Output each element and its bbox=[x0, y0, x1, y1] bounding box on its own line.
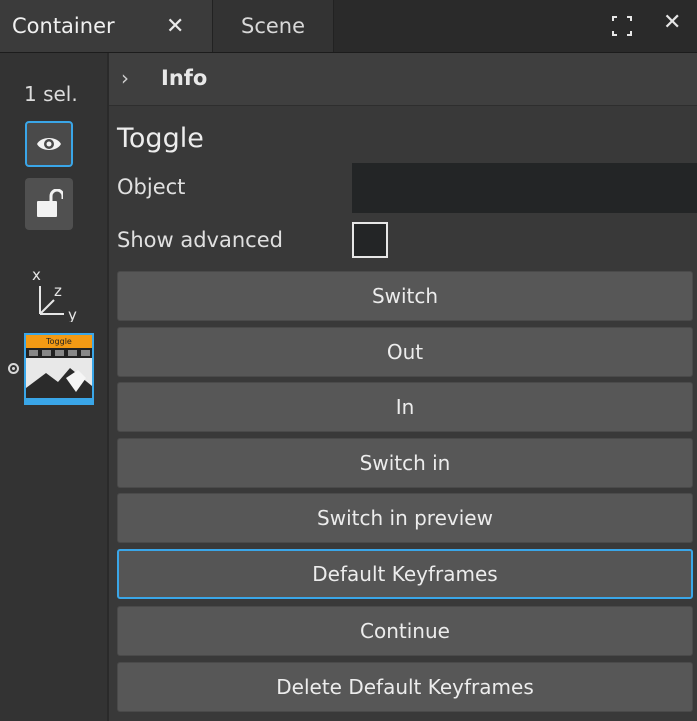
continue-button[interactable]: Continue bbox=[117, 606, 693, 656]
chevron-right-icon: › bbox=[121, 66, 129, 90]
tab-bar: Container ✕ Scene ✕ bbox=[0, 0, 697, 53]
axis-icon: x z y bbox=[32, 266, 77, 322]
object-label: Object bbox=[117, 175, 186, 199]
eye-icon bbox=[37, 138, 61, 150]
tab-scene[interactable]: Scene bbox=[212, 0, 334, 52]
tab-container[interactable]: Container ✕ bbox=[0, 0, 212, 52]
tab-container-label: Container bbox=[12, 14, 115, 38]
tab-scene-label: Scene bbox=[241, 14, 306, 38]
show-advanced-checkbox[interactable] bbox=[352, 222, 388, 258]
axis-y-label: y bbox=[68, 306, 77, 322]
thumbnail-image bbox=[26, 348, 92, 403]
show-advanced-label: Show advanced bbox=[117, 228, 283, 252]
delete-default-keyframes-button[interactable]: Delete Default Keyframes bbox=[117, 662, 693, 712]
plugin-title: Toggle bbox=[117, 123, 204, 154]
properties-panel: › Info Toggle Object Show advanced Switc… bbox=[109, 53, 697, 721]
toggle-plugin-thumbnail[interactable]: Toggle bbox=[24, 333, 94, 405]
info-title: Info bbox=[161, 66, 208, 90]
switch-in-preview-button[interactable]: Switch in preview bbox=[117, 493, 693, 543]
expand-icon[interactable] bbox=[610, 14, 634, 38]
unlock-icon bbox=[37, 189, 63, 217]
switch-button[interactable]: Switch bbox=[117, 271, 693, 321]
tab-close-icon[interactable]: ✕ bbox=[166, 14, 184, 39]
visibility-toggle-button[interactable] bbox=[25, 121, 73, 167]
in-button[interactable]: In bbox=[117, 382, 693, 432]
window-close-icon[interactable]: ✕ bbox=[663, 10, 681, 35]
switch-in-button[interactable]: Switch in bbox=[117, 438, 693, 488]
selection-count: 1 sel. bbox=[24, 82, 78, 106]
axis-z-label: z bbox=[54, 282, 62, 300]
object-field[interactable] bbox=[352, 163, 697, 213]
out-button[interactable]: Out bbox=[117, 327, 693, 377]
thumbnail-label: Toggle bbox=[26, 335, 92, 348]
info-section-header[interactable]: › Info bbox=[109, 53, 697, 106]
default-keyframes-button[interactable]: Default Keyframes bbox=[117, 549, 693, 599]
lock-toggle-button[interactable] bbox=[25, 178, 73, 230]
active-marker-icon bbox=[8, 363, 19, 374]
axis-x-label: x bbox=[32, 266, 41, 284]
